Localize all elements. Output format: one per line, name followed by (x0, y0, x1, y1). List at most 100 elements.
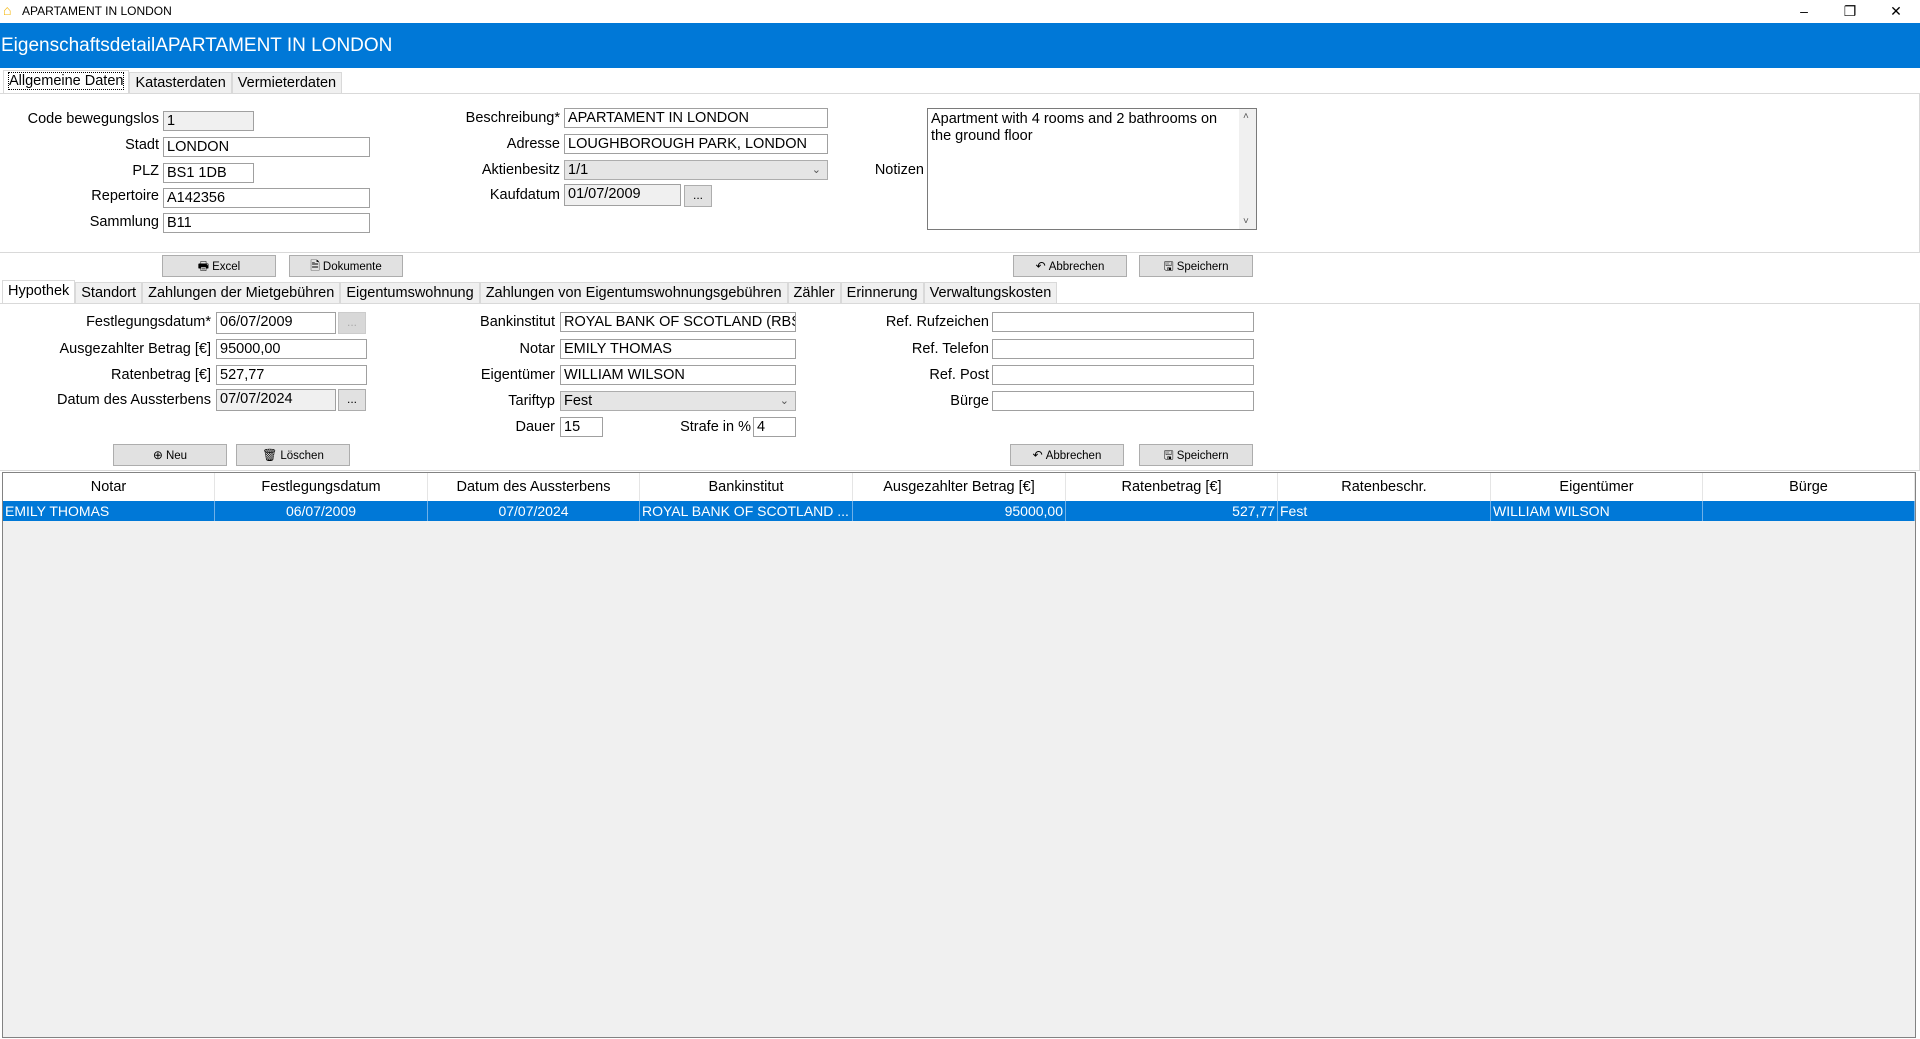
tab-hypothek[interactable]: Hypothek (2, 280, 76, 304)
repertoire-label: Repertoire (91, 188, 159, 204)
save-icon: 🖫 (1163, 259, 1174, 273)
column-header[interactable]: Festlegungsdatum (215, 473, 428, 501)
strafe-field[interactable]: 4 (753, 417, 796, 437)
tarif-label: Tariftyp (508, 393, 555, 409)
trash-icon: 🗑 (262, 448, 278, 462)
tab-erinnerung[interactable]: Erinnerung (840, 282, 924, 304)
scroll-up-icon[interactable]: ˄ (1243, 111, 1249, 122)
post-field[interactable] (992, 365, 1254, 385)
notizen-label: Notizen (874, 162, 924, 178)
buerge-label: Bürge (950, 393, 989, 409)
tarif-select[interactable]: Fest ⌄ (560, 391, 796, 411)
column-header[interactable]: Bankinstitut (640, 473, 853, 501)
plz-field[interactable]: BS1 1DB (163, 163, 254, 183)
aktienbesitz-select[interactable]: 1/1 ⌄ (564, 160, 828, 180)
abbrechen-button[interactable]: ↶ Abbrechen (1013, 255, 1127, 277)
plus-circle-icon: ⊕ (152, 448, 163, 462)
neu-label: Neu (165, 450, 188, 462)
speichern-label: Speichern (1176, 450, 1229, 462)
festlegung-picker-button[interactable]: ... (338, 312, 366, 334)
notar-field[interactable]: EMILY THOMAS (560, 339, 796, 359)
kaufdatum-label: Kaufdatum (489, 187, 560, 203)
top-tabs: Allgemeine Daten Katasterdaten Vermieter… (3, 70, 343, 94)
undo-icon: ↶ (1035, 259, 1046, 273)
table-cell: Fest (1278, 501, 1491, 521)
table-cell (1703, 501, 1915, 521)
notizen-textarea[interactable]: Apartment with 4 rooms and 2 bathrooms o… (927, 108, 1257, 230)
adresse-field[interactable]: LOUGHBOROUGH PARK, LONDON (564, 134, 828, 154)
loeschen-button[interactable]: 🗑 Löschen (236, 444, 350, 466)
tab-katasterdaten[interactable]: Katasterdaten (129, 72, 232, 94)
tab-zahlungen-eigentumswohnungsgebuehren[interactable]: Zahlungen von Eigentumswohnungsgebühren (479, 282, 788, 304)
dauer-label: Dauer (515, 419, 556, 435)
restore-button[interactable]: ❐ (1827, 0, 1873, 23)
document-icon: 🗎 (310, 259, 320, 273)
close-button[interactable]: ✕ (1873, 0, 1919, 23)
strafe-label: Strafe in % (680, 419, 751, 435)
minimize-button[interactable]: – (1781, 0, 1827, 23)
aussterben-picker-button[interactable]: ... (338, 389, 366, 411)
column-header[interactable]: Ausgezahlter Betrag [€] (853, 473, 1066, 501)
kaufdatum-field[interactable]: 01/07/2009 (564, 184, 681, 206)
speichern-button[interactable]: 🖫 Speichern (1139, 255, 1253, 277)
bank-field[interactable]: ROYAL BANK OF SCOTLAND (RBS) (560, 312, 796, 332)
tab-vermieterdaten[interactable]: Vermieterdaten (231, 72, 343, 94)
rufzeichen-label: Ref. Rufzeichen (885, 314, 989, 330)
stadt-label: Stadt (125, 137, 159, 153)
tab-eigentumswohnung[interactable]: Eigentumswohnung (340, 282, 480, 304)
repertoire-field[interactable]: A142356 (163, 188, 370, 208)
save-icon: 🖫 (1163, 448, 1174, 462)
aussterben-field[interactable]: 07/07/2024 (216, 389, 336, 411)
title-bar: ⌂ APARTAMENT IN LONDON – ❐ ✕ (0, 0, 1920, 23)
telefon-field[interactable] (992, 339, 1254, 359)
beschreibung-field[interactable]: APARTAMENT IN LONDON (564, 108, 828, 128)
adresse-label: Adresse (506, 136, 560, 152)
rufzeichen-field[interactable] (992, 312, 1254, 332)
beschreibung-label: Beschreibung* (465, 110, 560, 126)
column-header[interactable]: Eigentümer (1491, 473, 1703, 501)
column-header[interactable]: Datum des Aussterbens (428, 473, 640, 501)
table-cell: 527,77 (1066, 501, 1278, 521)
abbrechen-label: Abbrechen (1045, 450, 1102, 462)
chevron-down-icon: ⌄ (779, 395, 789, 407)
column-header[interactable]: Ratenbeschr. (1278, 473, 1491, 501)
eigentuemer-label: Eigentümer (480, 367, 555, 383)
aktienbesitz-label: Aktienbesitz (481, 162, 560, 178)
house-icon: ⌂ (3, 2, 12, 18)
kaufdatum-picker-button[interactable]: ... (684, 185, 712, 207)
mortgage-speichern-button[interactable]: 🖫 Speichern (1139, 444, 1253, 466)
neu-button[interactable]: ⊕ Neu (113, 444, 227, 466)
column-header[interactable]: Notar (3, 473, 215, 501)
festlegung-field[interactable]: 06/07/2009 (216, 312, 336, 334)
buerge-field[interactable] (992, 391, 1254, 411)
code-label: Code bewegungslos (27, 111, 159, 127)
mortgage-table: Notar Festlegungsdatum Datum des Aussterbe… (2, 472, 1916, 1038)
stadt-field[interactable]: LONDON (163, 137, 370, 157)
tab-verwaltungskosten[interactable]: Verwaltungskosten (923, 282, 1058, 304)
column-header[interactable]: Ratenbetrag [€] (1066, 473, 1278, 501)
printer-icon: 🖶 (197, 259, 210, 273)
dokumente-button[interactable]: 🗎 Dokumente (289, 255, 403, 277)
sammlung-field[interactable]: B11 (163, 213, 370, 233)
dauer-field[interactable]: 15 (560, 417, 603, 437)
betrag-field[interactable]: 95000,00 (216, 339, 367, 359)
notizen-scrollbar[interactable]: ˄ ˅ (1239, 109, 1256, 229)
column-header[interactable]: Bürge (1703, 473, 1915, 501)
tab-allgemeine-daten[interactable]: Allgemeine Daten (3, 70, 130, 94)
dokumente-label: Dokumente (322, 261, 382, 273)
excel-button[interactable]: 🖶 Excel (162, 255, 276, 277)
sub-tabs: Hypothek Standort Zahlungen der Mietgebü… (2, 280, 1058, 304)
raten-field[interactable]: 527,77 (216, 365, 367, 385)
telefon-label: Ref. Telefon (911, 341, 989, 357)
abbrechen-label: Abbrechen (1048, 261, 1105, 273)
scroll-down-icon[interactable]: ˅ (1243, 216, 1249, 227)
mortgage-abbrechen-button[interactable]: ↶ Abbrechen (1010, 444, 1124, 466)
tab-standort[interactable]: Standort (75, 282, 143, 304)
code-field[interactable]: 1 (163, 111, 254, 131)
tab-zahlungen-mietgebuehren[interactable]: Zahlungen der Mietgebühren (142, 282, 341, 304)
eigentuemer-field[interactable]: WILLIAM WILSON (560, 365, 796, 385)
table-row[interactable]: EMILY THOMAS 06/07/2009 07/07/2024 ROYAL BA… (3, 501, 1915, 521)
festlegung-label: Festlegungsdatum* (86, 314, 211, 330)
tab-zaehler[interactable]: Zähler (787, 282, 841, 304)
table-cell: 06/07/2009 (215, 501, 428, 521)
